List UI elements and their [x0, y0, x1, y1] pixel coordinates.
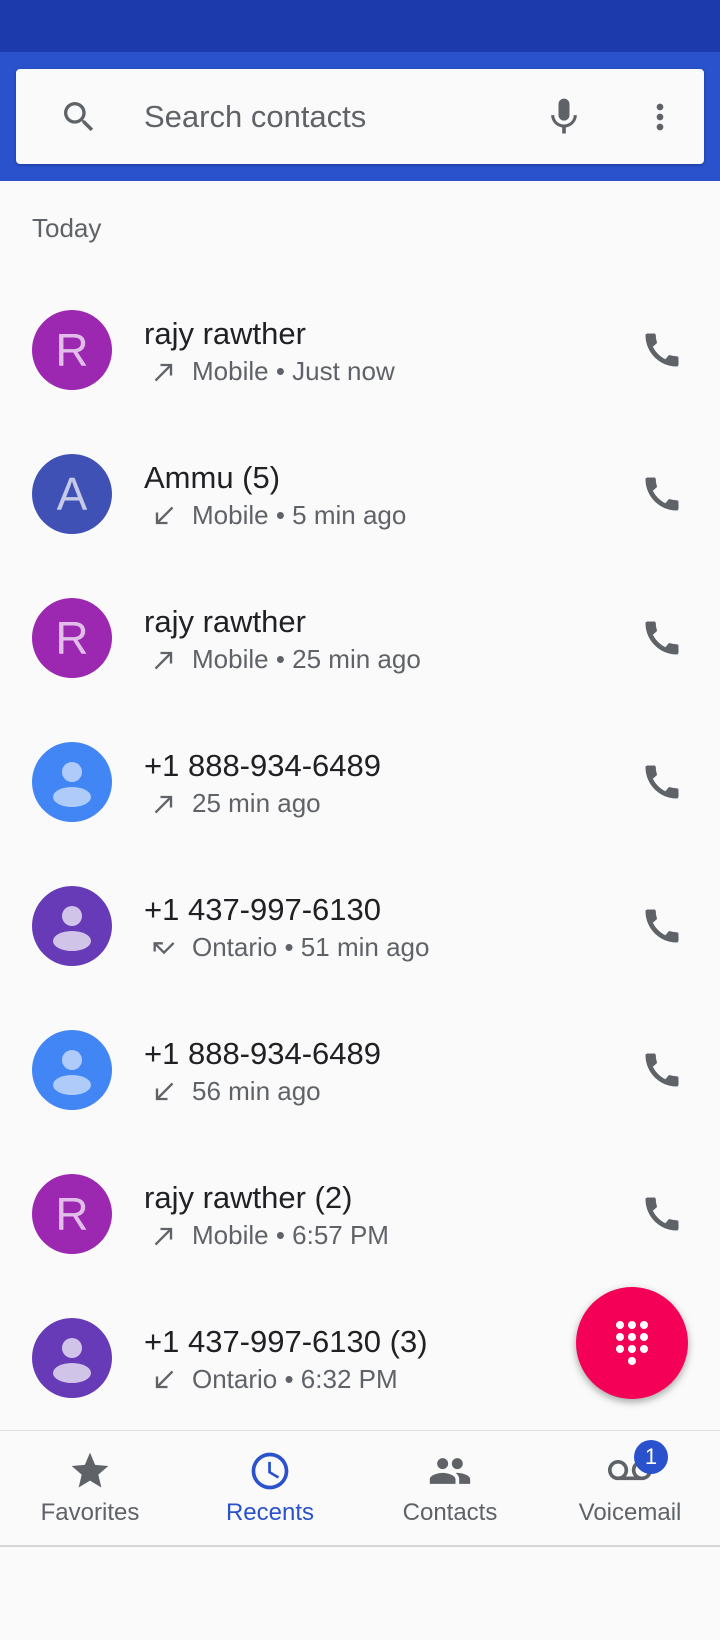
phone-icon[interactable]	[640, 616, 684, 660]
call-log-row[interactable]: A Ammu (5) Mobile • 5 min ago	[0, 422, 720, 566]
caller-name: +1 888-934-6489	[144, 1036, 382, 1071]
bottom-navigation: Favorites Recents Contacts Voicemail	[0, 1430, 720, 1547]
tab-recents[interactable]: Recents	[180, 1431, 360, 1545]
caller-name: +1 888-934-6489	[144, 748, 382, 783]
person-icon	[53, 1338, 91, 1383]
caller-name: rajy rawther	[144, 604, 306, 639]
tab-favorites[interactable]: Favorites	[0, 1431, 180, 1545]
people-icon	[429, 1458, 471, 1484]
call-detail-text: Mobile • Just now	[192, 356, 395, 386]
search-icon	[64, 102, 94, 132]
phone-icon[interactable]	[640, 328, 684, 372]
call-log-row[interactable]: Rrajy rawther Mobile • Just now	[0, 278, 720, 422]
call-details: Ontario • 51 min ago	[150, 932, 429, 963]
caller-name: +1 437-997-6130	[144, 892, 382, 927]
call-log-row[interactable]: +1 888-934-6489 25 min ago	[0, 710, 720, 854]
call-log-row[interactable]: Rrajy rawther Mobile • 25 min ago	[0, 566, 720, 710]
call-details: Mobile • 6:57 PM	[150, 1220, 389, 1251]
missed-call-icon	[153, 941, 175, 954]
status-bar	[0, 0, 720, 52]
tab-voicemail[interactable]: Voicemail	[540, 1431, 720, 1545]
avatar[interactable]	[32, 1318, 112, 1398]
phone-icon[interactable]	[640, 760, 684, 804]
avatar[interactable]: R	[32, 598, 112, 678]
person-icon	[53, 1050, 91, 1095]
outgoing-call-icon	[154, 363, 173, 381]
call-details: Mobile • Just now	[150, 356, 395, 387]
call-details: Mobile • 5 min ago	[150, 500, 406, 531]
avatar[interactable]: A	[32, 454, 112, 534]
star-icon	[71, 1452, 109, 1488]
tab-favorites-label: Favorites	[40, 1499, 140, 1526]
more-options-icon[interactable]	[640, 95, 680, 139]
call-details: Ontario • 6:32 PM	[150, 1364, 398, 1395]
phone-icon[interactable]	[640, 1192, 684, 1236]
call-log-row[interactable]: +1 437-997-6130 Ontario • 51 min ago	[0, 854, 720, 998]
call-detail-text: 25 min ago	[192, 788, 321, 818]
caller-name: Ammu (5)	[144, 460, 281, 495]
call-detail-text: Mobile • 5 min ago	[192, 500, 407, 530]
voicemail-count-badge: 1	[634, 1440, 668, 1474]
call-details: 56 min ago	[150, 1076, 321, 1107]
call-detail-text: Mobile • 25 min ago	[192, 644, 421, 674]
search-bar[interactable]: Search contacts	[16, 69, 704, 164]
tab-voicemail-label: Voicemail	[578, 1499, 682, 1526]
tab-contacts[interactable]: Contacts	[360, 1431, 540, 1545]
microphone-icon[interactable]	[542, 95, 586, 139]
avatar[interactable]	[32, 886, 112, 966]
person-icon	[53, 762, 91, 807]
dialpad-button[interactable]	[576, 1287, 688, 1399]
avatar[interactable]: R	[32, 1174, 112, 1254]
call-details: 25 min ago	[150, 788, 321, 819]
call-log-row[interactable]: Rrajy rawther (2) Mobile • 6:57 PM	[0, 1142, 720, 1286]
call-detail-text: Mobile • 6:57 PM	[192, 1220, 389, 1250]
outgoing-call-icon	[154, 651, 173, 669]
caller-name: rajy rawther (2)	[144, 1180, 353, 1215]
avatar[interactable]	[32, 742, 112, 822]
search-input[interactable]: Search contacts	[144, 99, 366, 135]
outgoing-call-icon	[154, 1227, 173, 1245]
clock-icon	[251, 1452, 289, 1490]
phone-icon[interactable]	[640, 472, 684, 516]
tab-contacts-label: Contacts	[402, 1499, 498, 1526]
dialpad-icon	[616, 1321, 648, 1365]
avatar[interactable]	[32, 1030, 112, 1110]
tab-recents-label: Recents	[225, 1499, 315, 1526]
call-details: Mobile • 25 min ago	[150, 644, 421, 675]
caller-name: rajy rawther	[144, 316, 306, 351]
avatar[interactable]: R	[32, 310, 112, 390]
call-log-row[interactable]: +1 888-934-6489 56 min ago	[0, 998, 720, 1142]
person-icon	[53, 906, 91, 951]
call-detail-text: 56 min ago	[192, 1076, 321, 1106]
call-detail-text: Ontario • 6:32 PM	[192, 1364, 398, 1394]
phone-icon[interactable]	[640, 904, 684, 948]
section-header-today: Today	[32, 213, 102, 243]
outgoing-call-icon	[154, 795, 173, 813]
incoming-call-icon	[155, 1370, 174, 1388]
call-detail-text: Ontario • 51 min ago	[192, 932, 430, 962]
phone-icon[interactable]	[640, 1048, 684, 1092]
incoming-call-icon	[155, 1082, 174, 1100]
caller-name: +1 437-997-6130 (3)	[144, 1324, 428, 1359]
incoming-call-icon	[155, 506, 174, 524]
